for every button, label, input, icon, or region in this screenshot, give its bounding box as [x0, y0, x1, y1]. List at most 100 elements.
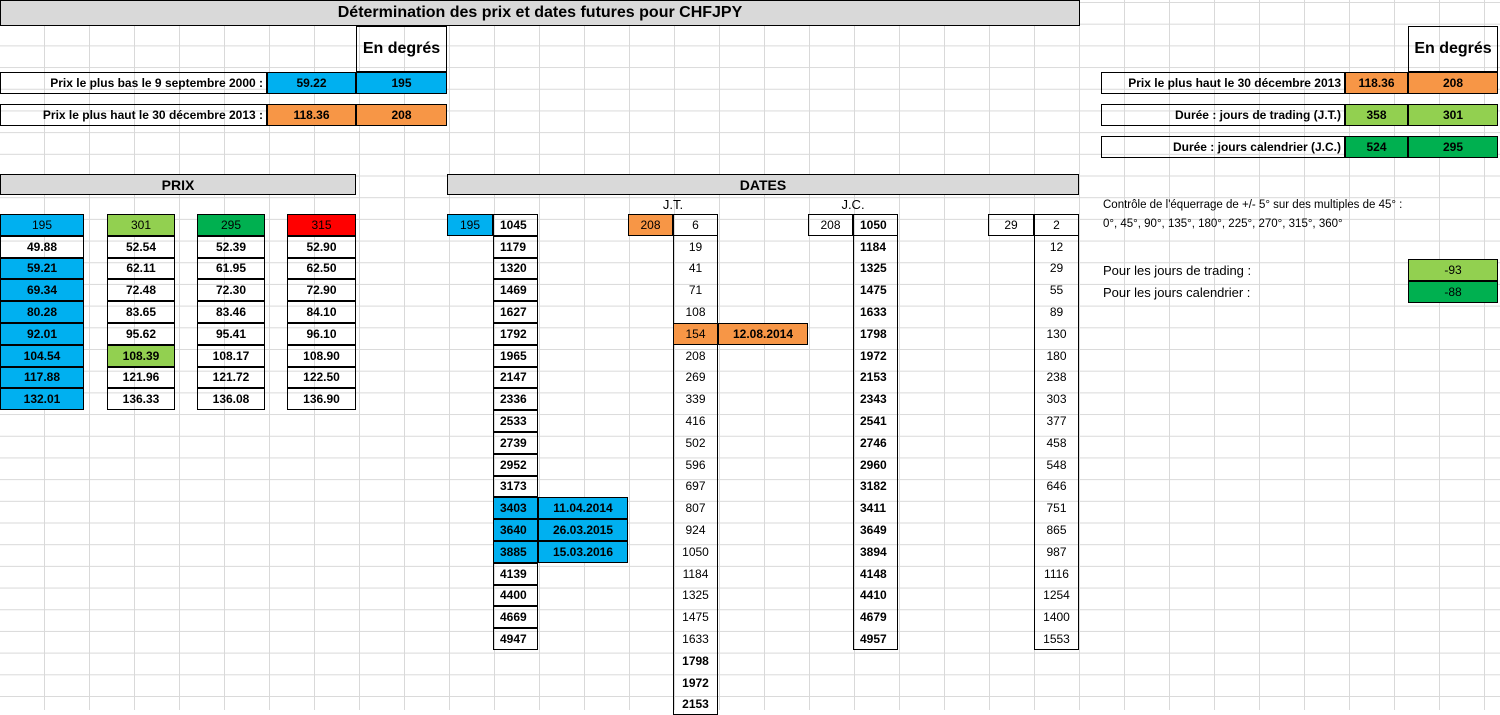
dates-jt-cell[interactable]: 108	[673, 301, 718, 323]
dates-col1-cell[interactable]: 2739	[493, 432, 538, 454]
dates-jt-cell[interactable]: 502	[673, 432, 718, 454]
prix-cell[interactable]: 92.01	[0, 323, 84, 345]
dates-col1-cell[interactable]: 1965	[493, 344, 538, 367]
dates-col1-cell[interactable]: 1045	[493, 214, 538, 236]
dates-jt-cell[interactable]: 1798	[673, 650, 718, 672]
dates-col1-cell[interactable]: 4947	[493, 628, 538, 650]
prix-cell[interactable]: 61.95	[197, 257, 265, 280]
dates-jc-cell[interactable]: 1972	[853, 344, 898, 367]
dates-last-cell[interactable]: 29	[1034, 257, 1079, 280]
dates-last-cell[interactable]: 1400	[1034, 606, 1079, 629]
dates-jc-cell[interactable]: 2960	[853, 453, 898, 476]
prix-col-header[interactable]: 315	[287, 214, 356, 236]
dates-col1-cell[interactable]: 1320	[493, 257, 538, 280]
prix-cell[interactable]: 69.34	[0, 279, 84, 302]
prix-cell[interactable]: 108.17	[197, 344, 265, 367]
prix-cell[interactable]: 95.62	[107, 323, 175, 345]
trading-days-value[interactable]: -93	[1408, 259, 1498, 281]
prix-cell[interactable]: 83.46	[197, 301, 265, 323]
dates-jc-cell[interactable]: 1475	[853, 279, 898, 302]
dates-jt-cell[interactable]: 269	[673, 366, 718, 389]
prix-cell[interactable]: 95.41	[197, 323, 265, 345]
prix-cell[interactable]: 62.50	[287, 257, 356, 280]
dates-jc-cell[interactable]: 4148	[853, 562, 898, 585]
dates-col1-head[interactable]: 195	[447, 214, 493, 236]
dates-last-cell[interactable]: 55	[1034, 279, 1079, 302]
dates-jc-cell[interactable]: 3182	[853, 475, 898, 498]
dates-col1-cell[interactable]: 3173	[493, 475, 538, 498]
prix-cell[interactable]: 84.10	[287, 301, 356, 323]
prix-cell[interactable]: 121.72	[197, 366, 265, 389]
prix-cell[interactable]: 72.30	[197, 279, 265, 302]
dates-jc-cell[interactable]: 4679	[853, 606, 898, 629]
prix-cell[interactable]: 136.08	[197, 388, 265, 411]
dates-jt-cell[interactable]: 596	[673, 453, 718, 476]
dates-jc-cell[interactable]: 3894	[853, 541, 898, 563]
dates-jc-head[interactable]: 208	[808, 214, 853, 236]
jt-deg[interactable]: 301	[1408, 104, 1498, 126]
low-price-cell[interactable]: 59.22	[267, 72, 356, 94]
dates-last-cell[interactable]: 12	[1034, 235, 1079, 258]
prix-cell[interactable]: 83.65	[107, 301, 175, 323]
prix-cell[interactable]: 117.88	[0, 366, 84, 389]
dates-last-cell[interactable]: 987	[1034, 541, 1079, 563]
dates-jc-cell[interactable]: 4410	[853, 584, 898, 607]
dates-jc-cell[interactable]: 1184	[853, 235, 898, 258]
dates-last-cell[interactable]: 2	[1034, 214, 1079, 236]
dates-jt-cell[interactable]: 697	[673, 475, 718, 498]
right-high-deg[interactable]: 208	[1408, 72, 1498, 94]
dates-last-cell[interactable]: 548	[1034, 453, 1079, 476]
dates-col1-cell[interactable]: 1627	[493, 301, 538, 323]
dates-col1-cell[interactable]: 2533	[493, 410, 538, 432]
prix-cell[interactable]: 72.90	[287, 279, 356, 302]
prix-cell[interactable]: 122.50	[287, 366, 356, 389]
dates-col1-cell[interactable]: 1792	[493, 323, 538, 345]
dates-jt-cell[interactable]: 19	[673, 235, 718, 258]
dates-jt-cell[interactable]: 1184	[673, 562, 718, 585]
dates-jt-cell[interactable]: 339	[673, 388, 718, 411]
prix-cell[interactable]: 136.33	[107, 388, 175, 411]
dates-jc-cell[interactable]: 2541	[853, 410, 898, 432]
prix-cell[interactable]: 62.11	[107, 257, 175, 280]
dates-jt-cell[interactable]: 1325	[673, 584, 718, 607]
right-high-price[interactable]: 118.36	[1345, 72, 1408, 94]
prix-cell[interactable]: 52.39	[197, 235, 265, 258]
prix-cell[interactable]: 96.10	[287, 323, 356, 345]
dates-col1-cell[interactable]: 1469	[493, 279, 538, 302]
dates-jt-cell[interactable]: 807	[673, 497, 718, 520]
projected-date-cell[interactable]: 12.08.2014	[718, 323, 808, 345]
dates-col1-cell[interactable]: 4139	[493, 562, 538, 585]
dates-last-cell[interactable]: 458	[1034, 432, 1079, 454]
dates-last-cell[interactable]: 89	[1034, 301, 1079, 323]
dates-col1-cell[interactable]: 2952	[493, 453, 538, 476]
jt-value[interactable]: 358	[1345, 104, 1408, 126]
dates-last-cell[interactable]: 865	[1034, 519, 1079, 541]
high-deg-cell[interactable]: 208	[356, 104, 447, 126]
dates-jc-cell[interactable]: 1050	[853, 214, 898, 236]
dates-last-cell[interactable]: 303	[1034, 388, 1079, 411]
prix-cell[interactable]: 59.21	[0, 257, 84, 280]
dates-last-cell[interactable]: 238	[1034, 366, 1079, 389]
prix-cell[interactable]: 132.01	[0, 388, 84, 411]
dates-jt-cell[interactable]: 1475	[673, 606, 718, 629]
jc-value[interactable]: 524	[1345, 136, 1408, 158]
dates-col1-cell[interactable]: 2147	[493, 366, 538, 389]
dates-col1-cell[interactable]: 4669	[493, 606, 538, 629]
dates-last-cell[interactable]: 130	[1034, 323, 1079, 345]
prix-cell[interactable]: 52.90	[287, 235, 356, 258]
dates-jc-cell[interactable]: 3649	[853, 519, 898, 541]
dates-jc-cell[interactable]: 1633	[853, 301, 898, 323]
dates-last-cell[interactable]: 1553	[1034, 628, 1079, 650]
dates-col1-cell[interactable]: 3640	[493, 519, 538, 541]
dates-jc-cell[interactable]: 1325	[853, 257, 898, 280]
dates-col1-cell[interactable]: 4400	[493, 584, 538, 607]
dates-jt-cell[interactable]: 154	[673, 323, 718, 345]
dates-last-cell[interactable]: 1254	[1034, 584, 1079, 607]
dates-jt-cell[interactable]: 71	[673, 279, 718, 302]
dates-last-cell[interactable]: 751	[1034, 497, 1079, 520]
dates-col1-cell[interactable]: 1179	[493, 235, 538, 258]
dates-jc-cell[interactable]: 3411	[853, 497, 898, 520]
dates-jt-cell[interactable]: 41	[673, 257, 718, 280]
dates-col1-cell[interactable]: 2336	[493, 388, 538, 411]
dates-jt-head[interactable]: 208	[628, 214, 673, 236]
